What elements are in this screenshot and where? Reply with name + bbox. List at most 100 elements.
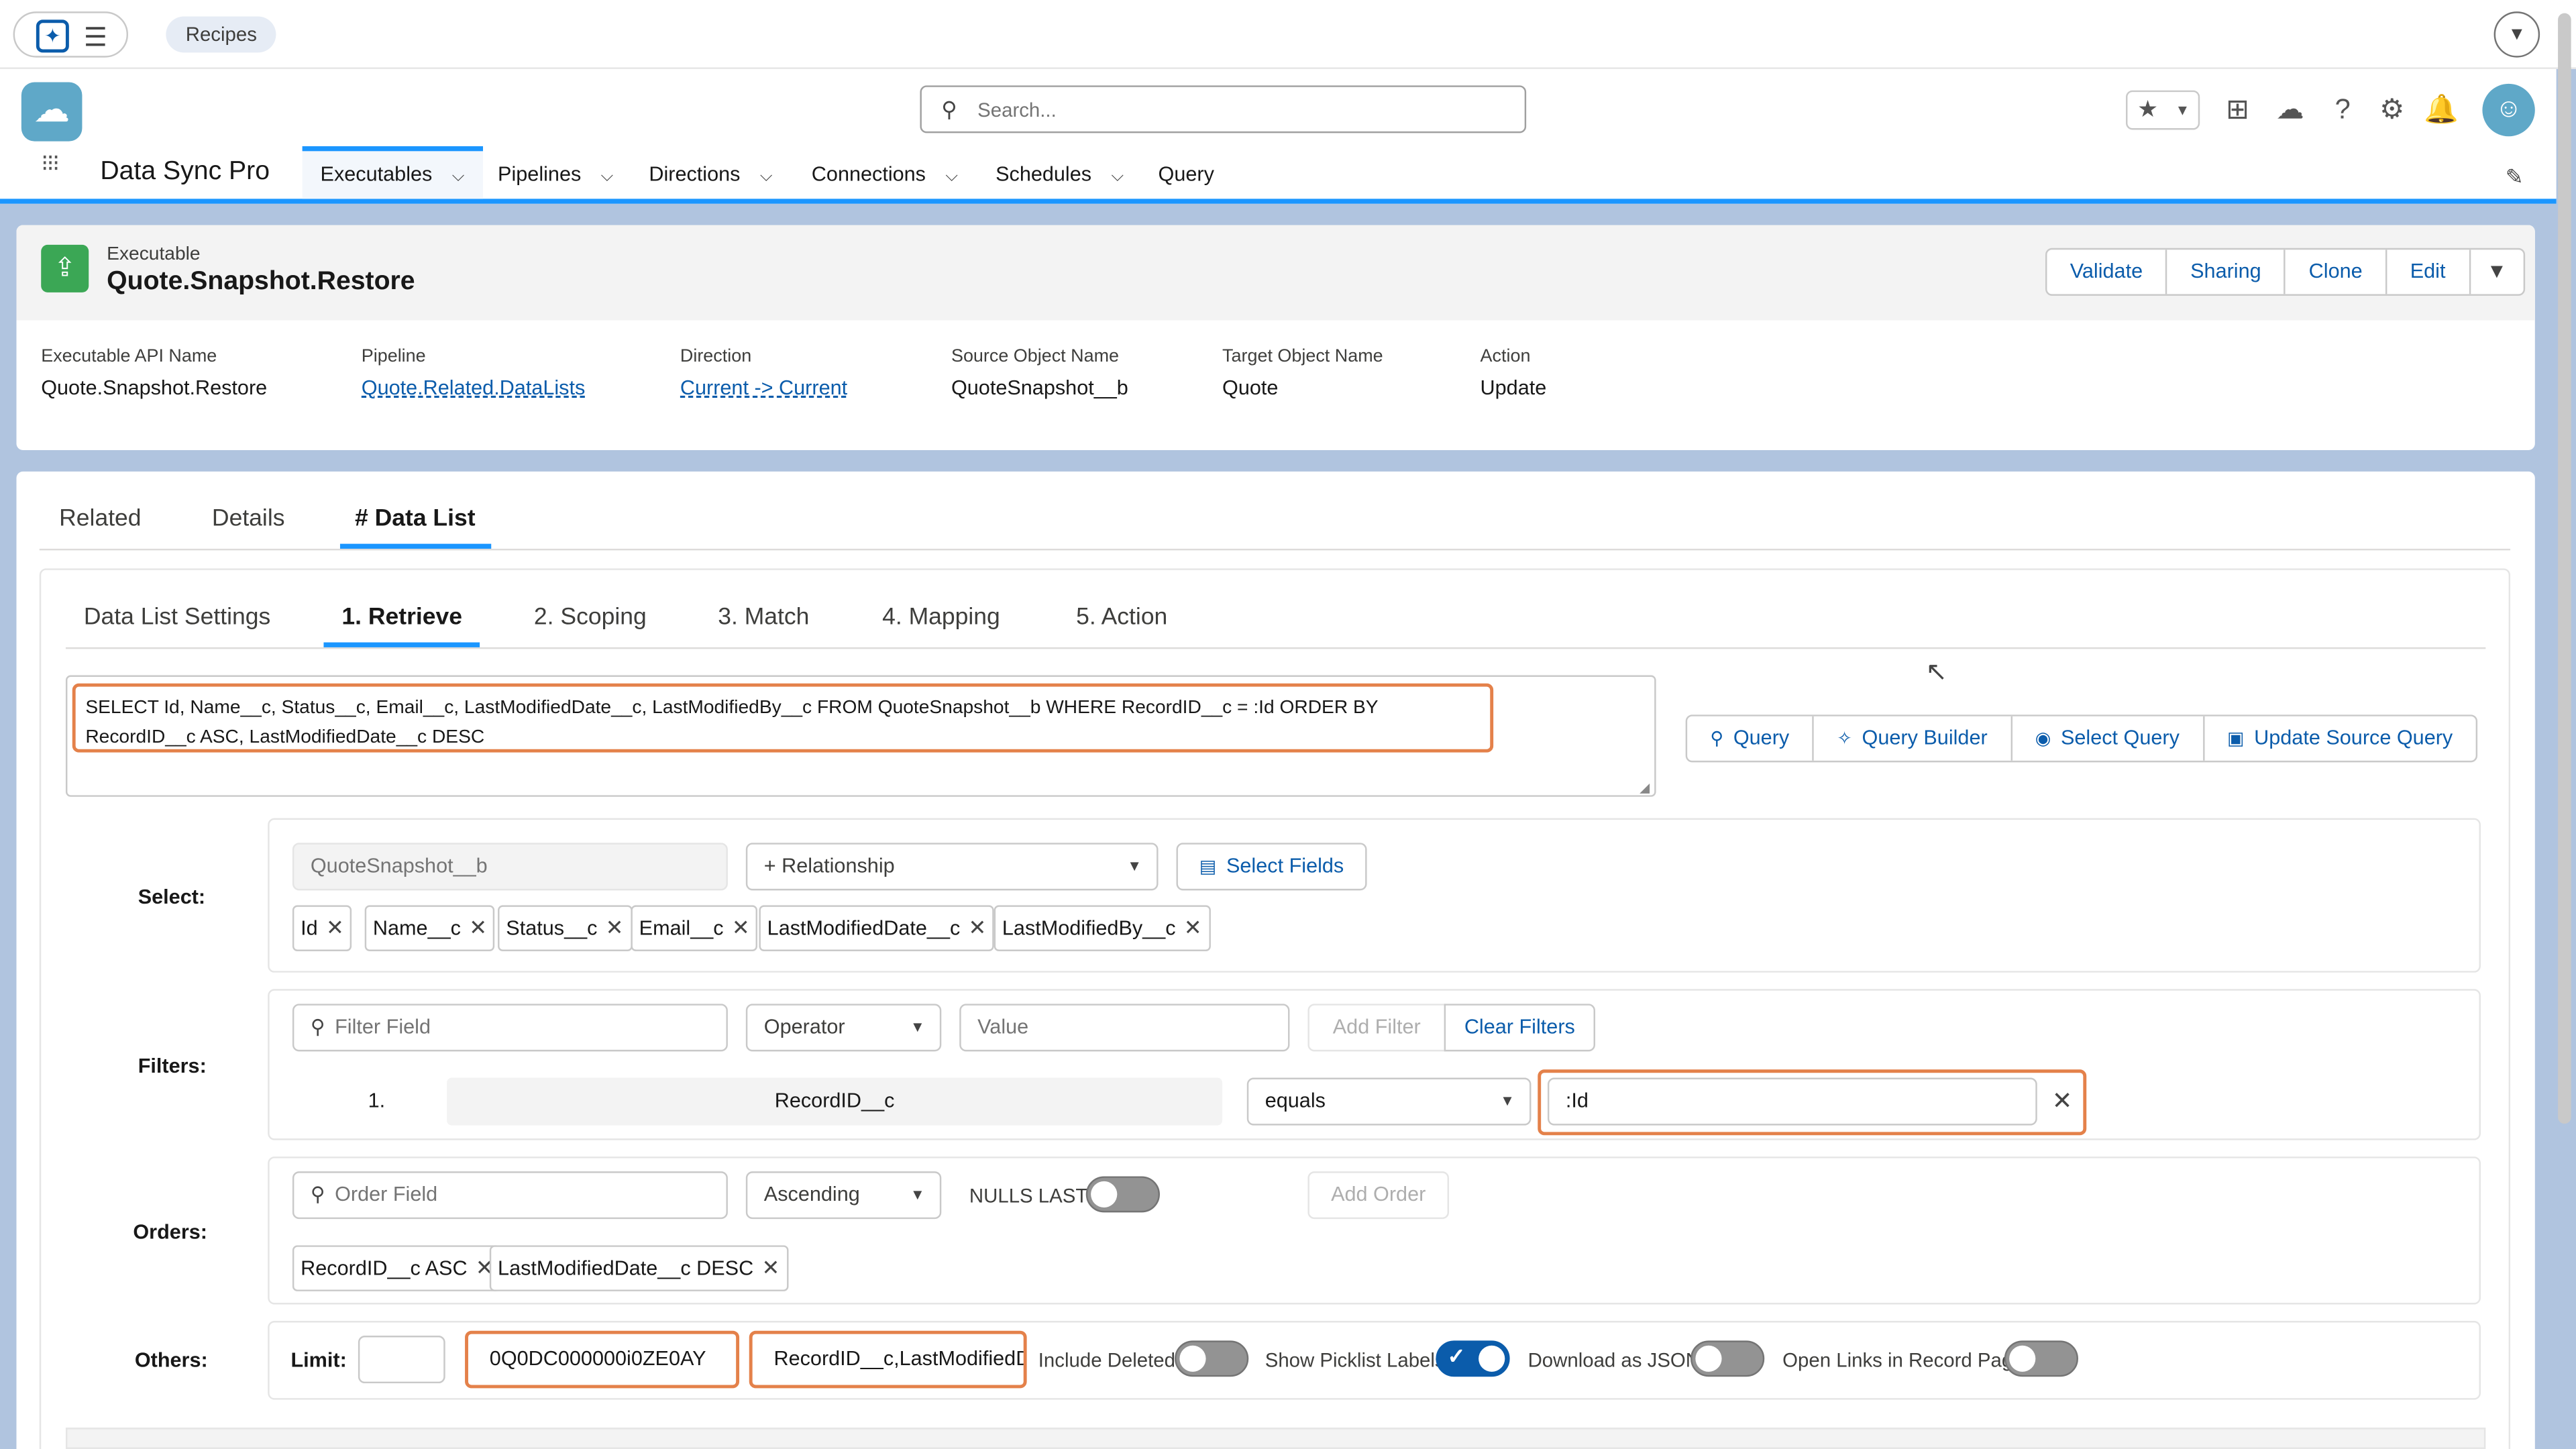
query-text[interactable]: SELECT Id, Name__c, Status__c, Email__c,…	[72, 683, 1494, 753]
update-source-query-button[interactable]: ▣ Update Source Query	[2204, 716, 2476, 761]
operator-select[interactable]: Operator ▼	[745, 1004, 942, 1052]
avatar[interactable]: ☺	[2482, 83, 2535, 137]
filter-row-operator-select[interactable]: equals ▼	[1246, 1077, 1532, 1126]
add-order-button[interactable]: Add Order	[1307, 1171, 1450, 1220]
close-icon[interactable]: ✕	[326, 915, 344, 940]
download-json-toggle[interactable]	[1690, 1340, 1765, 1377]
chevron-down-icon[interactable]: ▼	[910, 1173, 925, 1218]
filter-row-operator: equals	[1265, 1089, 1326, 1112]
favorites-button[interactable]: ★ ▼	[2126, 90, 2200, 130]
nav-tab-connections[interactable]: Connections ⌵	[794, 146, 976, 199]
filter-field-input[interactable]: ⚲ Filter Field	[292, 1004, 728, 1052]
nav-tab-query[interactable]: Query	[1140, 146, 1232, 199]
pill-label: LastModifiedBy__c	[1002, 916, 1176, 940]
pipeline-link[interactable]: Quote.Related.DataLists	[362, 376, 586, 399]
close-icon[interactable]: ✕	[469, 915, 487, 940]
id-value-input[interactable]: 0Q0DC000000i0ZE0AY	[465, 1330, 740, 1389]
chevron-down-icon[interactable]: ▼	[2493, 11, 2540, 58]
close-icon[interactable]: ✕	[1184, 915, 1202, 940]
clone-button[interactable]: Clone	[2286, 250, 2387, 294]
order-direction-select[interactable]: Ascending ▼	[745, 1171, 942, 1220]
chevron-down-icon[interactable]: ⌵	[760, 168, 773, 186]
field-value: QuoteSnapshot__b	[951, 376, 1128, 400]
field-pill: Email__c ✕	[631, 905, 758, 951]
nav-tab-schedules[interactable]: Schedules ⌵	[977, 146, 1142, 199]
limit-input[interactable]	[358, 1336, 445, 1384]
include-deleted-toggle[interactable]	[1175, 1340, 1249, 1377]
close-icon[interactable]: ✕	[606, 915, 624, 940]
subtab-data-list-settings[interactable]: Data List Settings	[84, 604, 270, 631]
menu-icon[interactable]: ☰	[84, 21, 107, 54]
chevron-down-icon[interactable]: ▼	[2175, 102, 2190, 118]
show-picklist-labels-toggle[interactable]: ✓	[1436, 1340, 1510, 1377]
clear-filters-button[interactable]: Clear Filters	[1444, 1004, 1595, 1052]
toggle-knob	[1695, 1345, 1722, 1372]
field-label: Executable API Name	[41, 346, 217, 367]
subtab-scoping[interactable]: 2. Scoping	[534, 604, 647, 631]
edit-nav-icon[interactable]: ✎	[2506, 164, 2524, 191]
global-search[interactable]: ⚲	[920, 85, 1527, 133]
agent-icon[interactable]: ✦	[36, 19, 69, 53]
query-button[interactable]: ⚲ Query	[1687, 716, 1814, 761]
recipes-pill[interactable]: Recipes	[166, 16, 277, 53]
nav-tab-pipelines[interactable]: Pipelines ⌵	[480, 146, 631, 199]
nav-tab-label: Executables	[320, 162, 433, 186]
nulls-last-toggle[interactable]	[1085, 1176, 1160, 1213]
chevron-down-icon[interactable]: ⌵	[601, 168, 614, 186]
nav-tab-directions[interactable]: Directions ⌵	[631, 146, 790, 199]
star-icon[interactable]: ★	[2137, 95, 2158, 123]
order-field-input[interactable]: ⚲ Order Field	[292, 1171, 728, 1220]
order-value-input[interactable]: RecordID__c,LastModifiedDa	[749, 1330, 1027, 1389]
filter-row-value-input[interactable]: :Id	[1547, 1077, 2037, 1126]
chevron-down-icon[interactable]: ▼	[1127, 845, 1142, 889]
app-launcher-pill[interactable]: ✦ ☰	[13, 11, 129, 58]
resize-handle-icon[interactable]: ◢	[1640, 780, 1650, 795]
pill-label: Name__c	[372, 916, 461, 940]
update-source-query-label: Update Source Query	[2254, 726, 2453, 749]
close-icon[interactable]: ✕	[761, 1255, 780, 1280]
nav-tab-executables[interactable]: Executables ⌵	[302, 146, 483, 199]
subtab-action[interactable]: 5. Action	[1076, 604, 1167, 631]
add-filter-button[interactable]: Add Filter	[1307, 1004, 1446, 1052]
trailhead-icon[interactable]: ☁	[2271, 91, 2310, 130]
tab-data-list[interactable]: # Data List	[355, 506, 476, 532]
field-label: Source Object Name	[951, 346, 1120, 367]
app-launcher-icon[interactable]: ⁝⁝⁝	[41, 151, 74, 191]
close-icon[interactable]: ✕	[732, 915, 750, 940]
subtab-retrieve[interactable]: 1. Retrieve	[341, 604, 462, 631]
chevron-down-icon[interactable]: ▼	[910, 1006, 925, 1050]
tab-details[interactable]: Details	[212, 506, 285, 532]
remove-filter-icon[interactable]: ✕	[2052, 1086, 2073, 1116]
filter-value-input[interactable]: Value	[959, 1004, 1290, 1052]
record-actions: Validate Sharing Clone Edit ▼	[2045, 248, 2525, 296]
select-query-button[interactable]: ◉ Select Query	[2012, 716, 2204, 761]
relationship-placeholder: + Relationship	[763, 854, 895, 877]
scrollbar[interactable]	[2558, 13, 2571, 1124]
edit-button[interactable]: Edit	[2387, 250, 2471, 294]
chevron-down-icon[interactable]: ⌵	[945, 168, 958, 186]
chevron-down-icon[interactable]: ⌵	[452, 168, 465, 186]
add-icon[interactable]: ⊞	[2218, 91, 2257, 130]
sharing-button[interactable]: Sharing	[2167, 250, 2286, 294]
subtab-match[interactable]: 3. Match	[718, 604, 809, 631]
relationship-select[interactable]: + Relationship ▼	[745, 843, 1159, 891]
chevron-down-icon[interactable]: ▼	[2487, 260, 2507, 282]
app-logo[interactable]: ☁	[21, 82, 83, 142]
direction-link[interactable]: Current -> Current	[680, 376, 847, 399]
field-label: Target Object Name	[1222, 346, 1383, 367]
query-builder-button[interactable]: ✧ Query Builder	[1814, 716, 2012, 761]
tab-related[interactable]: Related	[59, 506, 141, 532]
chevron-down-icon[interactable]: ⌵	[1111, 168, 1124, 186]
select-fields-button[interactable]: ▤ Select Fields	[1176, 843, 1367, 891]
search-input[interactable]	[977, 93, 1503, 127]
help-icon[interactable]: ?	[2323, 91, 2363, 130]
nav-tab-label: Schedules	[996, 162, 1092, 186]
bell-icon[interactable]: 🔔	[2422, 91, 2461, 130]
more-actions-button[interactable]: ▼	[2470, 250, 2523, 294]
open-links-toggle[interactable]	[2004, 1340, 2078, 1377]
subtab-mapping[interactable]: 4. Mapping	[882, 604, 1000, 631]
gear-icon[interactable]: ⚙	[2372, 91, 2412, 130]
validate-button[interactable]: Validate	[2047, 250, 2167, 294]
close-icon[interactable]: ✕	[969, 915, 987, 940]
chevron-down-icon[interactable]: ▼	[1500, 1079, 1515, 1124]
